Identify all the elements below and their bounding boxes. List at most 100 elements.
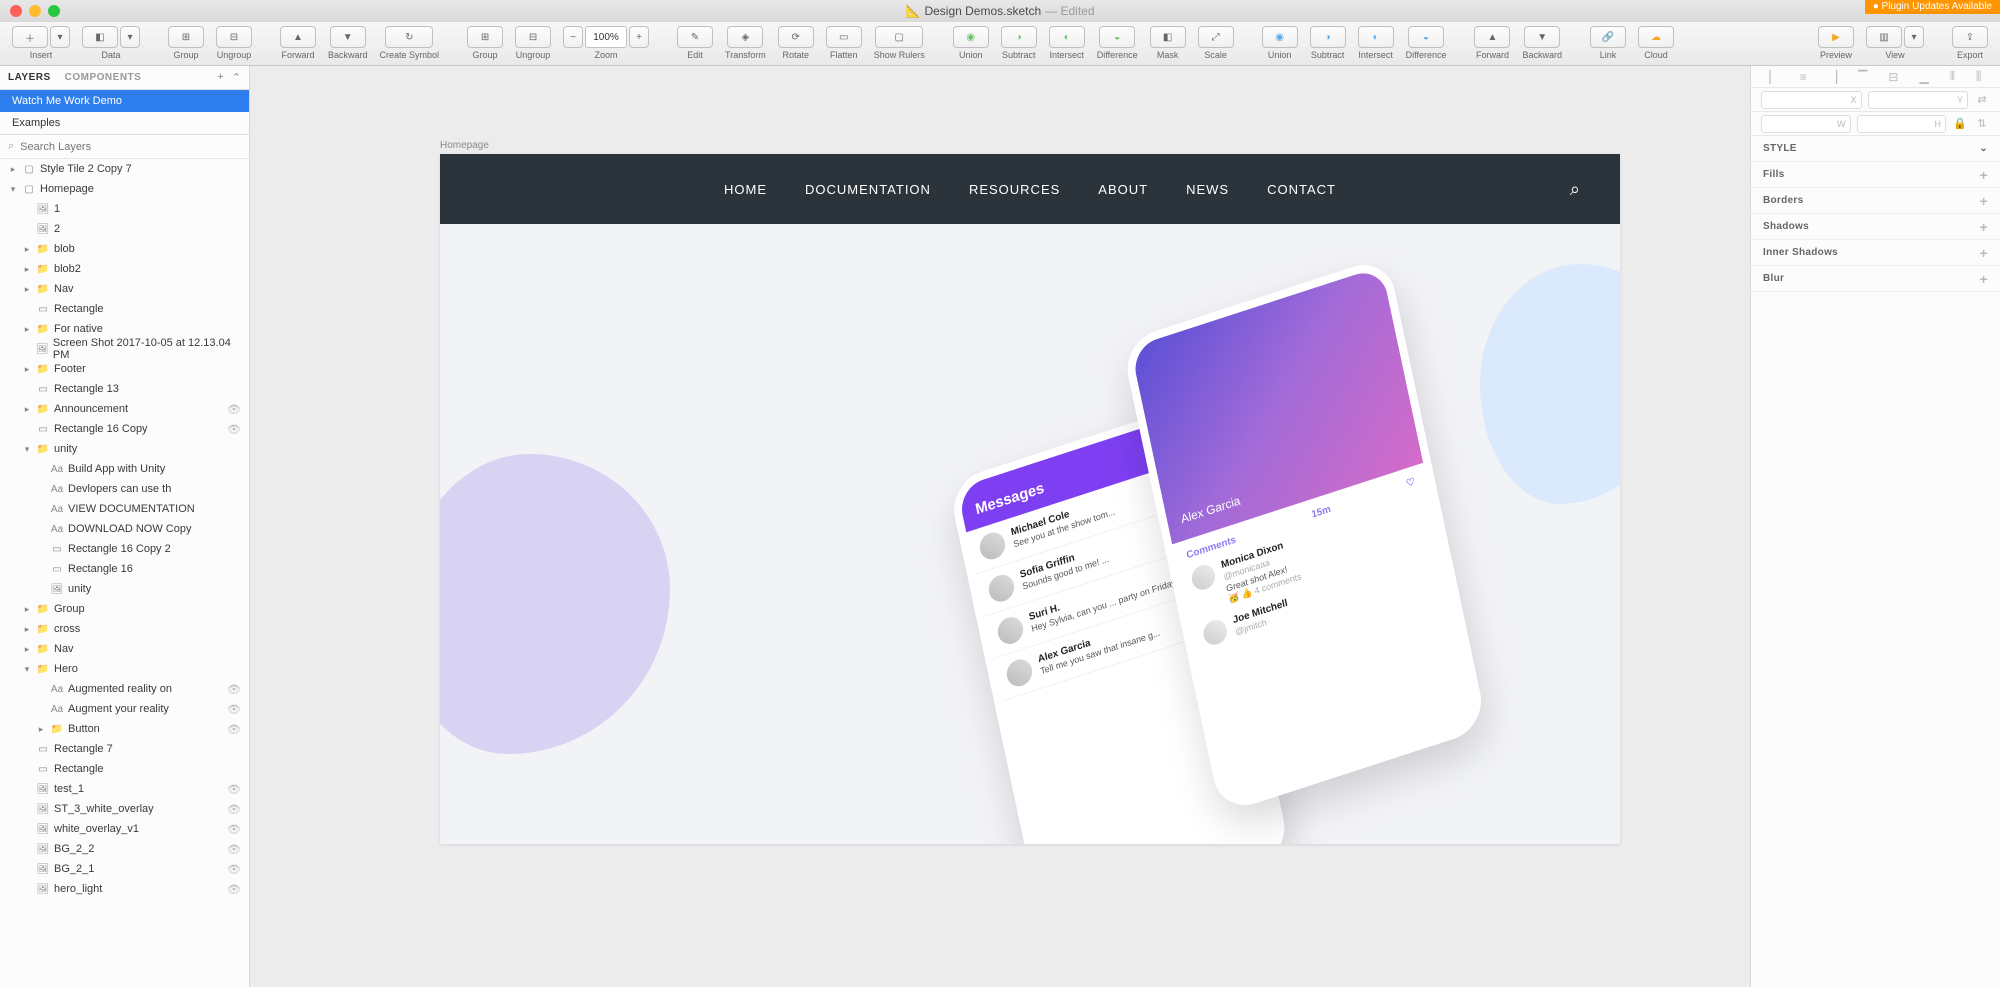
disclosure-icon[interactable]: ▸ xyxy=(22,364,32,375)
ungroup2-button[interactable]: ⊟ xyxy=(515,26,551,48)
collapse-pages-icon[interactable]: ⌃ xyxy=(232,71,241,84)
layer-row[interactable]: 🖼 test_1 👁 xyxy=(0,779,249,799)
subtract2-button[interactable]: ◑ xyxy=(1310,26,1346,48)
layer-row[interactable]: 🖼 unity xyxy=(0,579,249,599)
layer-row[interactable]: 🖼 Screen Shot 2017-10-05 at 12.13.04 PM xyxy=(0,339,249,359)
artboard-label[interactable]: Homepage xyxy=(440,140,489,151)
disclosure-icon[interactable]: ▸ xyxy=(22,324,32,335)
disclosure-icon[interactable]: ▾ xyxy=(8,184,18,195)
show-rulers-button[interactable]: ▢ xyxy=(875,26,923,48)
add-shadow-icon[interactable]: + xyxy=(1980,219,1988,235)
zoom-in-button[interactable]: + xyxy=(629,26,649,48)
union2-button[interactable]: ◉ xyxy=(1262,26,1298,48)
layer-row[interactable]: Aa Augment your reality 👁 xyxy=(0,699,249,719)
align-left-icon[interactable]: ▏ xyxy=(1770,70,1779,84)
align-middle-icon[interactable]: ⊟ xyxy=(1888,70,1898,84)
shadows-section[interactable]: Shadows+ xyxy=(1751,214,2000,240)
layer-row[interactable]: ▭ Rectangle 13 xyxy=(0,379,249,399)
blur-section[interactable]: Blur+ xyxy=(1751,266,2000,292)
layer-row[interactable]: ▸ ▢ Style Tile 2 Copy 7 xyxy=(0,159,249,179)
layer-row[interactable]: ▭ Rectangle 16 xyxy=(0,559,249,579)
layer-row[interactable]: ▸ 📁 Nav xyxy=(0,279,249,299)
h-field[interactable]: H xyxy=(1857,115,1947,133)
backward-button[interactable]: ▼ xyxy=(330,26,366,48)
data-button[interactable]: ◧ xyxy=(82,26,118,48)
layer-row[interactable]: ▭ Rectangle 16 Copy 👁 xyxy=(0,419,249,439)
layer-row[interactable]: ▸ 📁 blob xyxy=(0,239,249,259)
window-close-button[interactable] xyxy=(10,5,22,17)
flip-h-icon[interactable]: ⇄ xyxy=(1974,92,1990,108)
data-dropdown[interactable]: ▾ xyxy=(120,26,140,48)
zoom-out-button[interactable]: − xyxy=(563,26,583,48)
add-fill-icon[interactable]: + xyxy=(1980,167,1988,183)
layer-row[interactable]: ▸ 📁 For native xyxy=(0,319,249,339)
add-inner-shadow-icon[interactable]: + xyxy=(1980,245,1988,261)
union-button[interactable]: ◉ xyxy=(953,26,989,48)
disclosure-icon[interactable]: ▸ xyxy=(22,244,32,255)
disclosure-icon[interactable]: ▾ xyxy=(22,664,32,675)
disclosure-icon[interactable]: ▸ xyxy=(36,724,46,735)
rotate-button[interactable]: ⟳ xyxy=(778,26,814,48)
backward2-button[interactable]: ▼ xyxy=(1524,26,1560,48)
lock-aspect-icon[interactable]: 🔒 xyxy=(1952,116,1968,132)
y-field[interactable]: Y xyxy=(1868,91,1969,109)
layer-row[interactable]: ▭ Rectangle xyxy=(0,759,249,779)
link-button[interactable]: 🔗 xyxy=(1590,26,1626,48)
artboard-homepage[interactable]: HOME DOCUMENTATION RESOURCES ABOUT NEWS … xyxy=(440,154,1620,844)
layer-row[interactable]: ▭ Rectangle 7 xyxy=(0,739,249,759)
hidden-icon[interactable]: 👁 xyxy=(227,423,241,436)
window-zoom-button[interactable] xyxy=(48,5,60,17)
hidden-icon[interactable]: 👁 xyxy=(227,723,241,736)
layer-row[interactable]: ▭ Rectangle xyxy=(0,299,249,319)
disclosure-icon[interactable]: ▾ xyxy=(22,444,32,455)
window-minimize-button[interactable] xyxy=(29,5,41,17)
layer-row[interactable]: ▸ 📁 Group xyxy=(0,599,249,619)
add-page-icon[interactable]: + xyxy=(217,71,223,84)
components-tab[interactable]: COMPONENTS xyxy=(65,72,142,83)
w-field[interactable]: W xyxy=(1761,115,1851,133)
mask-button[interactable]: ◧ xyxy=(1150,26,1186,48)
layer-row[interactable]: ▾ 📁 unity xyxy=(0,439,249,459)
layer-row[interactable]: 🖼 BG_2_1 👁 xyxy=(0,859,249,879)
intersect-button[interactable]: ◐ xyxy=(1049,26,1085,48)
difference-button[interactable]: ◒ xyxy=(1099,26,1135,48)
layer-row[interactable]: ▸ 📁 Nav xyxy=(0,639,249,659)
add-border-icon[interactable]: + xyxy=(1980,193,1988,209)
x-field[interactable]: X xyxy=(1761,91,1862,109)
hidden-icon[interactable]: 👁 xyxy=(227,883,241,896)
forward2-button[interactable]: ▲ xyxy=(1474,26,1510,48)
layer-row[interactable]: ▸ 📁 Announcement 👁 xyxy=(0,399,249,419)
group-button[interactable]: ⊞ xyxy=(168,26,204,48)
distribute-h-icon[interactable]: ⫴ xyxy=(1950,69,1955,84)
align-bottom-icon[interactable]: ▁ xyxy=(1920,70,1929,84)
hidden-icon[interactable]: 👁 xyxy=(227,863,241,876)
disclosure-icon[interactable]: ▸ xyxy=(22,604,32,615)
hidden-icon[interactable]: 👁 xyxy=(227,823,241,836)
insert-button[interactable]: ＋ xyxy=(12,26,48,48)
disclosure-icon[interactable]: ▸ xyxy=(22,404,32,415)
layer-row[interactable]: Aa Augmented reality on 👁 xyxy=(0,679,249,699)
layer-row[interactable]: ▸ 📁 cross xyxy=(0,619,249,639)
layer-row[interactable]: ▸ 📁 Footer xyxy=(0,359,249,379)
layer-row[interactable]: 🖼 2 xyxy=(0,219,249,239)
canvas[interactable]: Homepage HOME DOCUMENTATION RESOURCES AB… xyxy=(250,66,1750,987)
distribute-v-icon[interactable]: ⫼ xyxy=(1976,69,1982,84)
zoom-value[interactable]: 100% xyxy=(585,26,627,48)
page-item[interactable]: Examples xyxy=(0,112,249,134)
layers-tab[interactable]: LAYERS xyxy=(8,72,51,83)
borders-section[interactable]: Borders+ xyxy=(1751,188,2000,214)
fills-section[interactable]: Fills+ xyxy=(1751,162,2000,188)
layer-row[interactable]: 🖼 1 xyxy=(0,199,249,219)
page-item[interactable]: Watch Me Work Demo xyxy=(0,90,249,112)
disclosure-icon[interactable]: ▸ xyxy=(8,164,18,175)
disclosure-icon[interactable]: ▸ xyxy=(22,624,32,635)
preview-button[interactable]: ▶ xyxy=(1818,26,1854,48)
layer-row[interactable]: ▾ 📁 Hero xyxy=(0,659,249,679)
layers-tree[interactable]: ▸ ▢ Style Tile 2 Copy 7 ▾ ▢ Homepage 🖼 1… xyxy=(0,159,249,987)
edit-button[interactable]: ✎ xyxy=(677,26,713,48)
layer-row[interactable]: 🖼 hero_light 👁 xyxy=(0,879,249,899)
layer-row[interactable]: ▭ Rectangle 16 Copy 2 xyxy=(0,539,249,559)
view-dropdown[interactable]: ▾ xyxy=(1904,26,1924,48)
hidden-icon[interactable]: 👁 xyxy=(227,403,241,416)
intersect2-button[interactable]: ◐ xyxy=(1358,26,1394,48)
